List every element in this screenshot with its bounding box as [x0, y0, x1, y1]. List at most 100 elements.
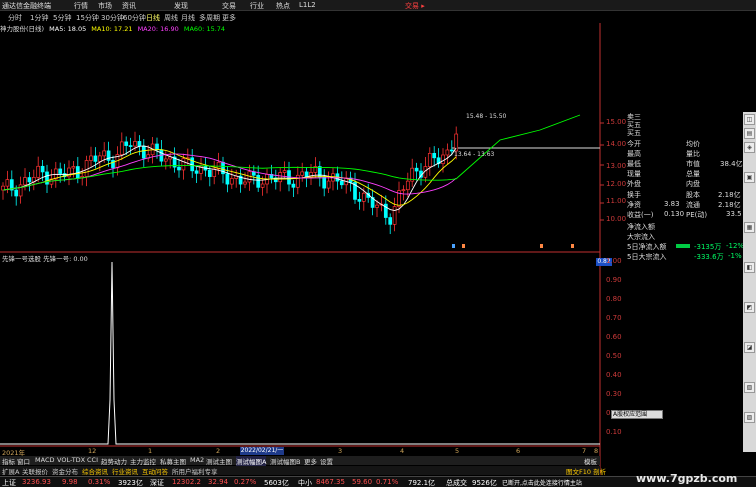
- candle-body: [212, 168, 217, 177]
- price-tick: 13.00: [606, 162, 627, 170]
- ext-tab[interactable]: 扩展A: [2, 466, 19, 476]
- sme-change: 59.60: [352, 478, 373, 486]
- total-amount: 9526亿: [472, 479, 497, 487]
- extension-tabs: 扩展A 关联报价 资金分布 综合资讯 行业资讯 互动问答 所用户福利专享 图文F…: [0, 466, 606, 476]
- candle-body: [14, 189, 19, 197]
- ext-tab[interactable]: 关联报价: [22, 466, 48, 476]
- price-tick: 12.00: [606, 180, 627, 188]
- sz-index: 12302.2: [172, 478, 201, 486]
- toolbar-btn[interactable]: ▤: [744, 128, 755, 139]
- mktcap-value: 38.4亿: [720, 160, 743, 168]
- tab-cci[interactable]: CCI: [87, 456, 98, 464]
- candle-body: [282, 170, 287, 173]
- sz-change: 32.94: [208, 478, 229, 486]
- tab-private-main[interactable]: 私募主图: [160, 456, 186, 466]
- watermark: www.7gpzb.com: [636, 472, 738, 485]
- inflow-label: 净流入额: [627, 223, 655, 231]
- candle-body: [449, 149, 454, 152]
- tab-window[interactable]: 窗口: [17, 456, 30, 466]
- toolbar-btn[interactable]: ◧: [744, 262, 755, 273]
- candle-body: [58, 168, 63, 174]
- tooltip: A股权应范围: [611, 410, 663, 419]
- candle-body: [97, 155, 102, 162]
- pe-label: PE(动): [686, 211, 708, 219]
- row-volratio: 量比: [686, 150, 700, 158]
- tab-template[interactable]: 模板: [584, 456, 597, 466]
- candle-body: [326, 180, 331, 189]
- candle-body: [45, 171, 49, 185]
- netasset-label: 净资: [627, 201, 641, 209]
- toolbar-btn[interactable]: ◩: [744, 302, 755, 313]
- sz-label: 深证: [150, 479, 164, 487]
- price-tick: 10.00: [606, 215, 627, 223]
- candle-body: [427, 153, 432, 167]
- toolbar-btn[interactable]: ◫: [744, 114, 755, 125]
- tab-main-monitor[interactable]: 主力监控: [130, 456, 156, 466]
- row-avg: 均价: [686, 140, 700, 148]
- toolbar-btn[interactable]: ◪: [744, 342, 755, 353]
- candle-body: [291, 183, 296, 188]
- netasset-value: 3.83: [664, 200, 680, 208]
- tab-indicator[interactable]: 指标: [2, 456, 15, 466]
- candle-body: [414, 167, 419, 172]
- float-value: 2.18亿: [718, 201, 741, 209]
- ext-tab[interactable]: 综合资讯: [82, 466, 108, 476]
- sz-pct: 0.27%: [234, 478, 257, 486]
- high-annotation: 15.48 - 15.50: [466, 113, 507, 120]
- eps-value: 0.130: [664, 210, 685, 218]
- toolbar-btn[interactable]: ▣: [744, 172, 755, 183]
- time-tick: 4: [400, 447, 405, 455]
- tab-test-b[interactable]: 测试幅图B: [270, 456, 300, 466]
- toolbar-btn[interactable]: ◈: [744, 142, 755, 153]
- tab-ma2[interactable]: MA2: [190, 456, 204, 464]
- ind2-tick: 0.10: [606, 428, 622, 436]
- toolbar-btn[interactable]: ▨: [744, 412, 755, 423]
- time-tick: 1: [148, 447, 153, 455]
- candle-body: [247, 171, 252, 183]
- time-tick: 12: [88, 447, 97, 455]
- side-toolbar: ◫ ▤ ◈ ▣ ▦ ◧ ◩ ◪ ▧ ▨: [743, 112, 756, 452]
- ext-tab[interactable]: 行业资讯: [112, 466, 138, 476]
- candle-body: [155, 143, 159, 151]
- equity-value: 2.18亿: [718, 191, 741, 199]
- row-open: 今开: [627, 140, 641, 148]
- toolbar-btn[interactable]: ▧: [744, 382, 755, 393]
- candle-body: [225, 173, 230, 185]
- sh-label: 上证: [2, 479, 16, 487]
- ext-tab[interactable]: 所用户福利专享: [172, 466, 218, 476]
- connection-status[interactable]: 已断开,点击此处连接行情主站: [502, 478, 582, 487]
- tab-test-main[interactable]: 测试主图: [206, 456, 232, 466]
- candle-body: [84, 160, 89, 177]
- toolbar-btn[interactable]: ▦: [744, 222, 755, 233]
- candle-body: [141, 145, 146, 159]
- price-tick: 14.00: [606, 140, 627, 148]
- candle-body: [194, 170, 199, 174]
- ind2-tick: 0.30: [606, 390, 622, 398]
- f10-tab[interactable]: 图文F10 剖析: [566, 466, 606, 476]
- sme-pct: 0.71%: [376, 478, 399, 486]
- d5-big-label: 5日大宗流入: [627, 253, 667, 261]
- ext-tab[interactable]: 资金分布: [52, 466, 78, 476]
- ext-tab[interactable]: 互动问答: [142, 466, 168, 476]
- eps-label: 收益(一): [627, 211, 654, 219]
- candle-body: [27, 177, 32, 183]
- tab-test-a[interactable]: 测试幅图A: [236, 456, 267, 466]
- tab-vol[interactable]: VOL-TDX: [57, 456, 85, 464]
- candle-body: [137, 141, 142, 147]
- row-outer: 外盘: [627, 180, 641, 188]
- d5-inflow-label: 5日净流入额: [627, 243, 667, 251]
- candle-body: [124, 141, 129, 146]
- tab-settings[interactable]: 设置: [320, 456, 333, 466]
- row-curvol: 现量: [627, 170, 641, 178]
- candle-body: [133, 141, 137, 147]
- tab-more[interactable]: 更多: [304, 456, 317, 466]
- ma10-line: [2, 149, 457, 206]
- tab-macd[interactable]: MACD: [35, 456, 54, 464]
- d5-inflow-pct: -12%: [726, 242, 745, 250]
- time-tick: 5: [455, 447, 460, 455]
- candle-body: [102, 150, 107, 157]
- candle-body: [441, 154, 445, 164]
- candle-body: [432, 153, 437, 159]
- tab-trend[interactable]: 趋势动力: [101, 456, 127, 466]
- candle-body: [375, 204, 379, 208]
